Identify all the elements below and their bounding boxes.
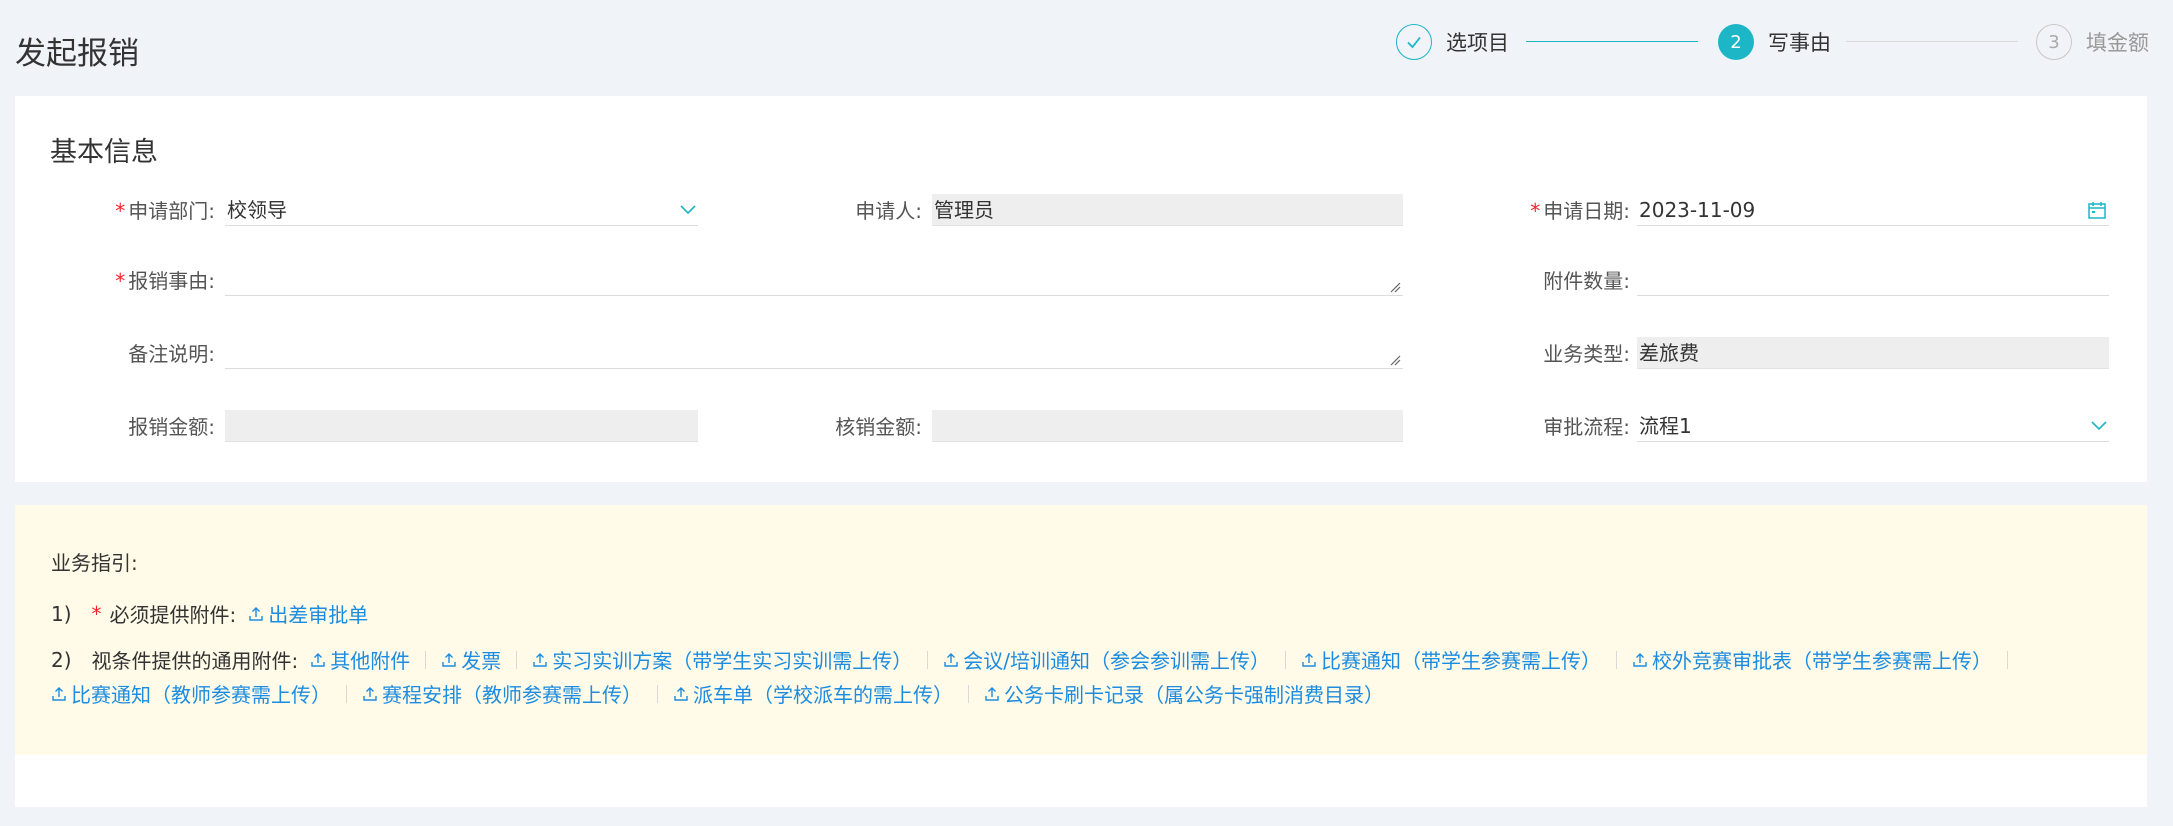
- guide-conditional-attachments: 2) 视条件提供的通用附件: 其他附件 发票 实习实训方案（带学生实习实训需上传…: [51, 645, 2023, 674]
- upload-icon: [442, 652, 456, 667]
- upload-icon: [363, 686, 377, 701]
- remark-field: 备注说明:: [15, 337, 1415, 371]
- remark-textarea[interactable]: [225, 337, 1403, 369]
- chevron-down-icon: [680, 194, 696, 225]
- business-type-field: 业务类型: 差旅费: [1415, 337, 2135, 371]
- apply-date-field: * 申请日期: 2023-11-09: [1415, 194, 2135, 228]
- upload-icon: [985, 686, 999, 701]
- upload-icon: [311, 652, 325, 667]
- attachment-count-input[interactable]: [1637, 264, 2109, 296]
- attachment-link-external-competition-approval[interactable]: 校外竞赛审批表（带学生参赛需上传）: [1632, 645, 1992, 674]
- step-number: 3: [2036, 24, 2072, 60]
- attachment-link-internship-plan[interactable]: 实习实训方案（带学生实习实训需上传）: [532, 645, 912, 674]
- resize-handle-icon[interactable]: [1389, 281, 1401, 293]
- upload-icon: [533, 652, 547, 667]
- approval-flow-field: 审批流程: 流程1: [1415, 410, 2135, 444]
- page-title: 发起报销: [15, 36, 139, 72]
- business-guide: 业务指引: 1) * 必须提供附件: 出差审批单 2) 视条件提供的通用附件: …: [15, 505, 2147, 755]
- step-select-project[interactable]: 选项目: [1396, 22, 1509, 62]
- guide-title: 业务指引:: [51, 551, 138, 575]
- department-field: * 申请部门: 校领导: [15, 194, 715, 228]
- writeoff-amount-field: 核销金额:: [715, 410, 1415, 444]
- calendar-icon[interactable]: [2087, 194, 2107, 225]
- approval-flow-select[interactable]: 流程1: [1637, 410, 2109, 442]
- attachment-link-trip-approval[interactable]: 出差审批单: [248, 599, 368, 628]
- department-select[interactable]: 校领导: [225, 194, 698, 226]
- attachment-link-schedule[interactable]: 赛程安排（教师参赛需上传）: [362, 679, 642, 708]
- step-label: 选项目: [1446, 31, 1509, 55]
- applicant-field: 申请人: 管理员: [715, 194, 1415, 228]
- business-type-input[interactable]: 差旅费: [1637, 337, 2109, 369]
- reason-textarea[interactable]: [225, 264, 1403, 296]
- reimburse-amount-field: 报销金额:: [15, 410, 715, 444]
- upload-icon: [52, 686, 66, 701]
- reimburse-amount-input[interactable]: [225, 410, 698, 442]
- resize-handle-icon[interactable]: [1389, 354, 1401, 366]
- attachment-link-card-records[interactable]: 公务卡刷卡记录（属公务卡强制消费目录）: [984, 679, 1384, 708]
- writeoff-amount-input[interactable]: [932, 410, 1403, 442]
- step-number: 2: [1718, 24, 1754, 60]
- attachment-link-vehicle-order[interactable]: 派车单（学校派车的需上传）: [673, 679, 953, 708]
- attachment-link-student-competition-notice[interactable]: 比赛通知（带学生参赛需上传）: [1301, 645, 1601, 674]
- attachment-count-field: 附件数量:: [1415, 264, 2135, 298]
- apply-date-input[interactable]: 2023-11-09: [1637, 194, 2109, 226]
- guide-conditional-attachments-row2: 比赛通知（教师参赛需上传） 赛程安排（教师参赛需上传） 派车单（学校派车的需上传…: [51, 679, 1384, 708]
- chevron-down-icon: [2091, 410, 2107, 441]
- guide-required-attachments: 1) * 必须提供附件: 出差审批单: [51, 599, 368, 628]
- check-icon: [1396, 24, 1432, 60]
- section-title: 基本信息: [50, 137, 158, 168]
- reason-field: * 报销事由:: [15, 264, 1415, 298]
- step-fill-amount[interactable]: 3 填金额: [2036, 22, 2149, 62]
- upload-icon: [1633, 652, 1647, 667]
- attachment-link-meeting-notice[interactable]: 会议/培训通知（参会参训需上传）: [943, 645, 1270, 674]
- attachment-link-other[interactable]: 其他附件: [310, 645, 410, 674]
- step-connector: [1846, 41, 2018, 42]
- upload-icon: [944, 652, 958, 667]
- upload-icon: [249, 606, 263, 621]
- upload-icon: [674, 686, 688, 701]
- step-write-reason[interactable]: 2 写事由: [1718, 22, 1831, 62]
- attachment-link-invoice[interactable]: 发票: [441, 645, 501, 674]
- step-connector: [1526, 41, 1698, 42]
- upload-icon: [1302, 652, 1316, 667]
- basic-info-card: 基本信息 * 申请部门: 校领导 申请人: 管理员 * 申请日期: 2023-11-…: [15, 96, 2147, 482]
- attachment-link-teacher-competition-notice[interactable]: 比赛通知（教师参赛需上传）: [51, 679, 331, 708]
- step-label: 填金额: [2086, 31, 2149, 55]
- applicant-input[interactable]: 管理员: [932, 194, 1403, 226]
- step-label: 写事由: [1768, 31, 1831, 55]
- bottom-card: [15, 755, 2147, 807]
